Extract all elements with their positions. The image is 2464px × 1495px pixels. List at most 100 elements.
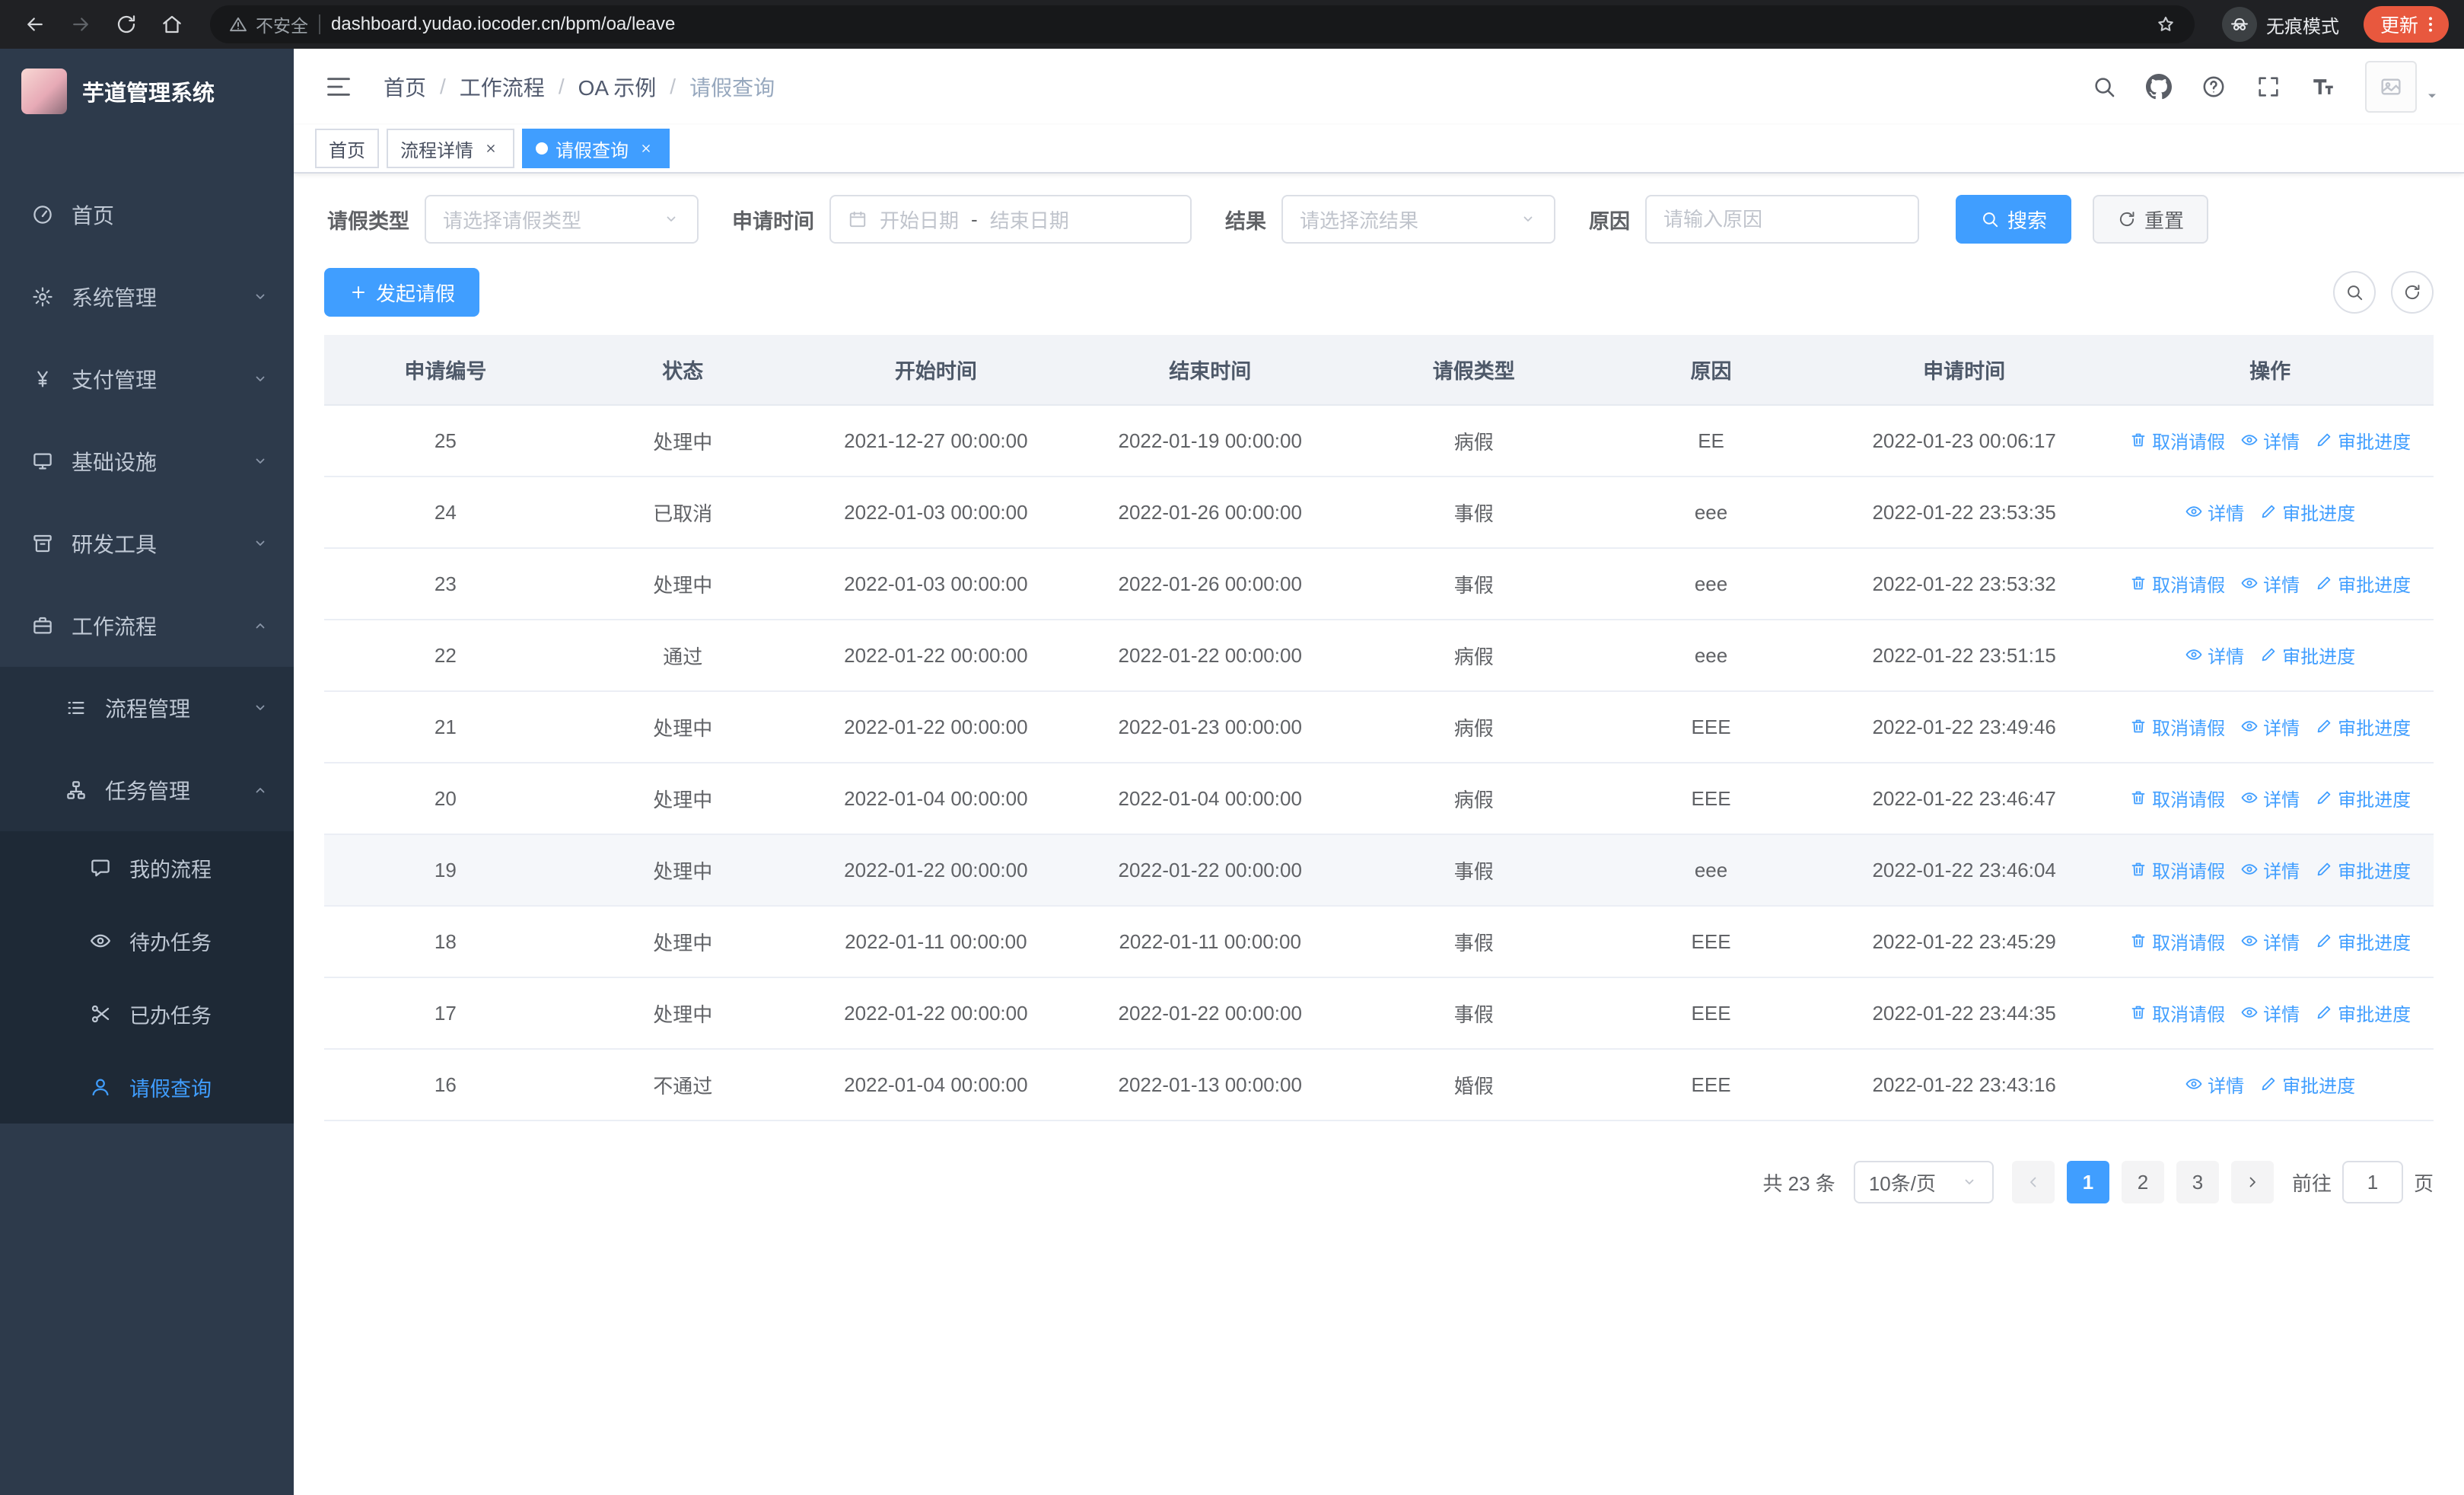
sidebar-item-devtools[interactable]: 研发工具 (0, 502, 294, 585)
action-progress-link[interactable]: 审批进度 (2259, 1071, 2355, 1098)
action-detail-link[interactable]: 详情 (2240, 427, 2300, 454)
sidebar-item-home[interactable]: 首页 (0, 174, 294, 256)
action-progress-link[interactable]: 审批进度 (2315, 785, 2411, 811)
page-1-button[interactable]: 1 (2066, 1161, 2109, 1203)
sidebar-item-done-tasks[interactable]: 已办任务 (0, 977, 294, 1050)
cell-end: 2022-01-22 00:00:00 (1073, 977, 1348, 1050)
result-label: 结果 (1225, 209, 1266, 233)
action-progress-link[interactable]: 审批进度 (2315, 570, 2411, 597)
action-detail-link[interactable]: 详情 (2240, 928, 2300, 955)
workflow-icon (30, 614, 55, 637)
page-content: 请假类型 请选择请假类型 申请时间 开始日期 - 结束日期 结果 请选择流结果 (294, 174, 2464, 1495)
toggle-search-button[interactable] (2333, 271, 2376, 314)
action-progress-link[interactable]: 审批进度 (2315, 713, 2411, 740)
action-cancel-link[interactable]: 取消请假 (2129, 785, 2225, 811)
sidebar-item-payment[interactable]: 支付管理 (0, 338, 294, 420)
action-progress-link[interactable]: 审批进度 (2315, 999, 2411, 1026)
cell-start: 2022-01-03 00:00:00 (798, 477, 1074, 549)
cell-reason: eee (1600, 548, 1823, 620)
action-cancel-link[interactable]: 取消请假 (2129, 570, 2225, 597)
create-leave-button[interactable]: 发起请假 (324, 268, 480, 317)
sidebar-item-task-mgmt[interactable]: 任务管理 (0, 749, 294, 831)
app-header: 首页 / 工作流程 / OA 示例 / 请假查询 (294, 49, 2464, 125)
action-cancel-link[interactable]: 取消请假 (2129, 999, 2225, 1026)
action-detail-link[interactable]: 详情 (2185, 1071, 2244, 1098)
cell-applied: 2022-01-22 23:53:32 (1822, 548, 2107, 620)
chevron-down-icon (251, 288, 269, 306)
result-select[interactable]: 请选择流结果 (1281, 195, 1555, 244)
action-progress-link[interactable]: 审批进度 (2315, 427, 2411, 454)
sidebar-item-process-mgmt[interactable]: 流程管理 (0, 667, 294, 749)
cell-applied: 2022-01-22 23:46:47 (1822, 763, 2107, 835)
home-button[interactable] (152, 5, 192, 44)
action-cancel-link[interactable]: 取消请假 (2129, 856, 2225, 883)
user-menu[interactable] (2365, 61, 2440, 113)
help-icon[interactable] (2201, 74, 2227, 100)
breadcrumb-item[interactable]: 工作流程 (460, 72, 545, 102)
sidebar-item-my-process[interactable]: 我的流程 (0, 831, 294, 904)
cell-actions: 详情 审批进度 (2106, 620, 2434, 692)
sidebar-collapse-button[interactable] (318, 66, 359, 107)
action-progress-link[interactable]: 审批进度 (2315, 928, 2411, 955)
action-progress-link[interactable]: 审批进度 (2315, 856, 2411, 883)
apply-time-range-picker[interactable]: 开始日期 - 结束日期 (829, 195, 1192, 244)
breadcrumb-item[interactable]: 首页 (384, 72, 426, 102)
tab-home[interactable]: 首页 (315, 129, 379, 168)
tab-process-detail[interactable]: 流程详情 (387, 129, 514, 168)
app-logo[interactable]: 芋道管理系统 (0, 49, 294, 134)
action-detail-link[interactable]: 详情 (2185, 499, 2244, 525)
action-cancel-link[interactable]: 取消请假 (2129, 427, 2225, 454)
header-search-icon[interactable] (2091, 74, 2117, 100)
page-2-button[interactable]: 2 (2121, 1161, 2164, 1203)
forward-button[interactable] (61, 5, 100, 44)
action-progress-link[interactable]: 审批进度 (2259, 642, 2355, 668)
sidebar-item-infrastructure[interactable]: 基础设施 (0, 420, 294, 502)
leave-type-select[interactable]: 请选择请假类型 (425, 195, 699, 244)
reset-button[interactable]: 重置 (2093, 195, 2209, 244)
reason-input[interactable] (1645, 195, 1919, 244)
warning-icon (228, 14, 248, 34)
eye-icon (2240, 431, 2259, 449)
action-cancel-link[interactable]: 取消请假 (2129, 928, 2225, 955)
breadcrumb-item[interactable]: OA 示例 (578, 72, 657, 102)
sidebar-item-label: 流程管理 (105, 697, 191, 721)
sidebar-item-system[interactable]: 系统管理 (0, 256, 294, 338)
cell-end: 2022-01-19 00:00:00 (1073, 405, 1348, 477)
tab-label: 请假查询 (556, 140, 629, 161)
eye-icon (88, 929, 113, 952)
refresh-table-button[interactable] (2391, 271, 2434, 314)
action-detail-link[interactable]: 详情 (2185, 642, 2244, 668)
caret-down-icon (2424, 88, 2440, 104)
back-button[interactable] (15, 5, 55, 44)
action-progress-link[interactable]: 审批进度 (2259, 499, 2355, 525)
github-icon[interactable] (2146, 74, 2172, 100)
bookmark-star-icon[interactable] (2155, 14, 2176, 35)
fullscreen-icon[interactable] (2255, 74, 2281, 100)
goto-page-input[interactable] (2341, 1161, 2403, 1203)
sidebar-item-leave-query[interactable]: 请假查询 (0, 1050, 294, 1124)
action-label: 审批进度 (2338, 432, 2411, 453)
leave-table-body: 25 处理中 2021-12-27 00:00:00 2022-01-19 00:00… (324, 405, 2434, 1121)
address-bar[interactable]: 不安全 dashboard.yudao.iocoder.cn/bpm/oa/le… (210, 5, 2195, 43)
page-3-button[interactable]: 3 (2176, 1161, 2219, 1203)
browser-update-menu-button[interactable]: 更新 (2363, 6, 2449, 43)
security-warning[interactable]: 不安全 (228, 11, 308, 37)
action-detail-link[interactable]: 详情 (2240, 785, 2300, 811)
action-cancel-link[interactable]: 取消请假 (2129, 713, 2225, 740)
trash-icon (2129, 860, 2147, 878)
close-icon[interactable] (481, 139, 501, 158)
prev-page-button[interactable] (2011, 1161, 2055, 1203)
sidebar-item-workflow[interactable]: 工作流程 (0, 585, 294, 667)
action-detail-link[interactable]: 详情 (2240, 856, 2300, 883)
page-size-select[interactable]: 10条/页 (1853, 1161, 1994, 1203)
refresh-button[interactable] (107, 5, 146, 44)
search-button[interactable]: 搜索 (1956, 195, 2072, 244)
close-icon[interactable] (636, 139, 656, 158)
action-detail-link[interactable]: 详情 (2240, 713, 2300, 740)
sidebar-item-todo-tasks[interactable]: 待办任务 (0, 904, 294, 977)
next-page-button[interactable] (2230, 1161, 2274, 1203)
action-detail-link[interactable]: 详情 (2240, 570, 2300, 597)
font-size-icon[interactable] (2310, 74, 2336, 100)
tab-leave-query[interactable]: 请假查询 (522, 129, 670, 168)
action-detail-link[interactable]: 详情 (2240, 999, 2300, 1026)
